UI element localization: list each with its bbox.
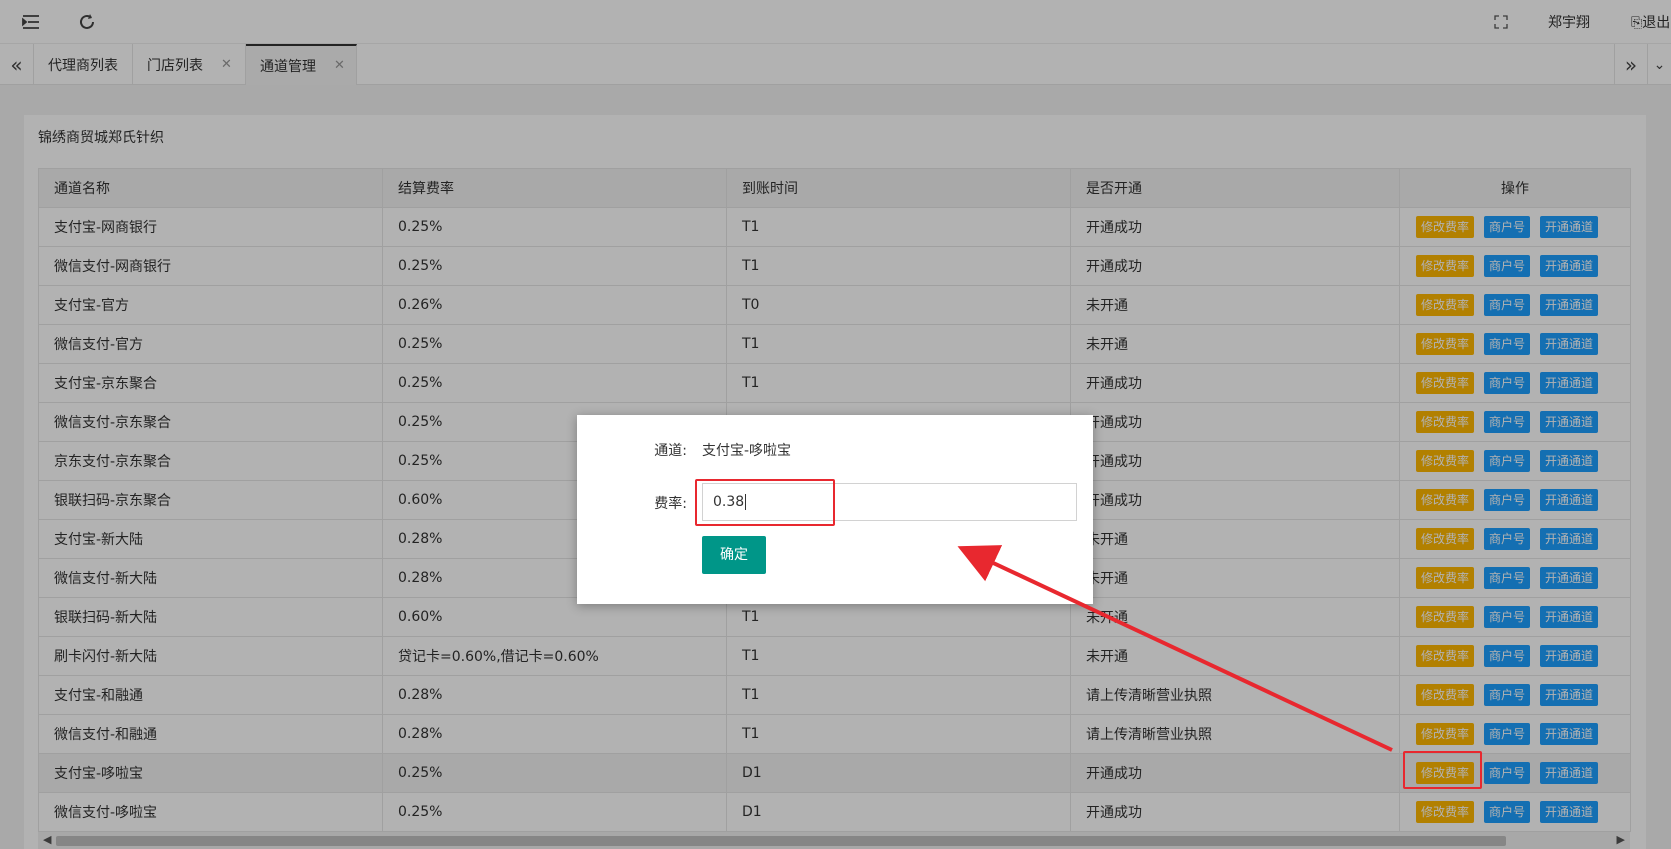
channel-label: 通道: xyxy=(654,443,687,459)
annotation-box-edit-rate-button xyxy=(1403,751,1482,789)
channel-value: 支付宝-哆啦宝 xyxy=(702,443,792,459)
confirm-button[interactable]: 确定 xyxy=(702,536,766,574)
edit-rate-dialog: 通道: 支付宝-哆啦宝 费率: 0.38 确定 xyxy=(577,415,1093,604)
annotation-box-rate-input xyxy=(695,479,835,526)
rate-label: 费率: xyxy=(654,496,687,512)
